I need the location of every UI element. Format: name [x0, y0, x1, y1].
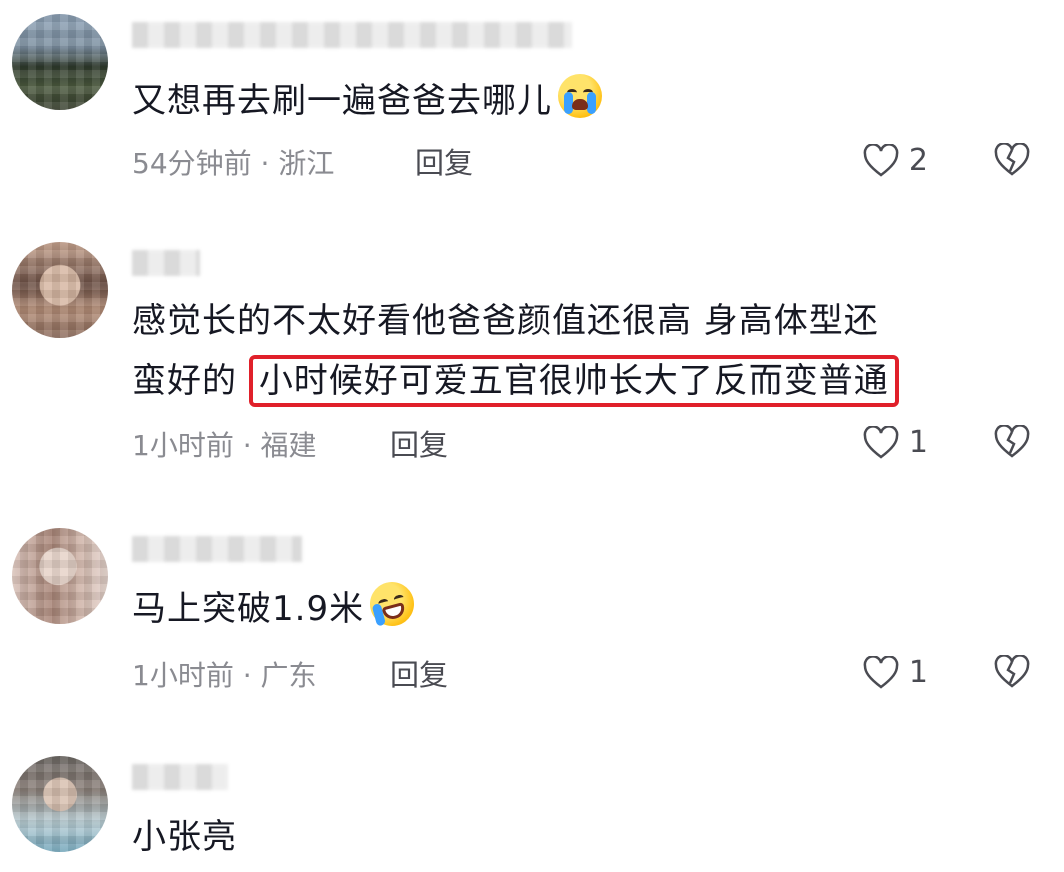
dislike-button[interactable] — [994, 425, 1030, 459]
like-count: 1 — [908, 655, 928, 690]
reply-button[interactable]: 回复 — [390, 422, 448, 464]
comment-text: 马上突破1.9米 — [132, 577, 420, 634]
comment-text: 感觉长的不太好看他爸爸颜值还很高 身高体型还 — [132, 301, 879, 341]
dislike-button[interactable] — [994, 655, 1030, 689]
dislike-button[interactable] — [994, 143, 1030, 177]
comment-item: 马上突破1.9米 1小时前 · 广东 回复 1 — [0, 520, 1064, 720]
avatar[interactable] — [12, 14, 108, 110]
broken-heart-icon — [994, 143, 1030, 177]
avatar[interactable] — [12, 242, 108, 338]
heart-outline-icon — [863, 655, 899, 690]
avatar[interactable] — [12, 756, 108, 852]
comment-text: 又想再去刷一遍爸爸去哪儿 — [132, 74, 602, 126]
comment-item: 又想再去刷一遍爸爸去哪儿 54分钟前 · 浙江 回复 2 — [0, 0, 1064, 220]
comment-meta: 1小时前 · 广东 — [132, 659, 317, 692]
username-blurred[interactable] — [132, 22, 572, 48]
like-button[interactable]: 1 — [863, 655, 928, 690]
avatar[interactable] — [12, 528, 108, 624]
reply-button[interactable]: 回复 — [390, 652, 448, 694]
username-blurred[interactable] — [132, 536, 302, 562]
heart-outline-icon — [863, 143, 899, 178]
reply-button[interactable]: 回复 — [415, 140, 473, 182]
comment-meta: 54分钟前 · 浙江 — [132, 147, 335, 180]
username-blurred[interactable] — [132, 250, 200, 276]
username-blurred[interactable] — [132, 764, 228, 790]
like-button[interactable]: 2 — [863, 143, 928, 178]
comment-item: 感觉长的不太好看他爸爸颜值还很高 身高体型还 蛮好的 小时候好可爱五官很帅长大了… — [0, 232, 1064, 502]
like-count: 2 — [908, 143, 928, 178]
loudly-crying-face-icon — [558, 74, 602, 118]
broken-heart-icon — [994, 655, 1030, 689]
highlighted-text: 小时候好可爱五官很帅长大了反而变普通 — [248, 355, 899, 407]
comment-meta: 1小时前 · 福建 — [132, 429, 317, 462]
like-count: 1 — [908, 425, 928, 460]
comment-text-line2: 蛮好的 小时候好可爱五官很帅长大了反而变普通 — [132, 355, 899, 407]
comment-item: 小张亮 — [0, 748, 1064, 872]
rolling-on-floor-laughing-icon — [365, 577, 420, 631]
comment-text: 小张亮 — [132, 817, 237, 857]
like-button[interactable]: 1 — [863, 425, 928, 460]
broken-heart-icon — [994, 425, 1030, 459]
heart-outline-icon — [863, 425, 899, 460]
